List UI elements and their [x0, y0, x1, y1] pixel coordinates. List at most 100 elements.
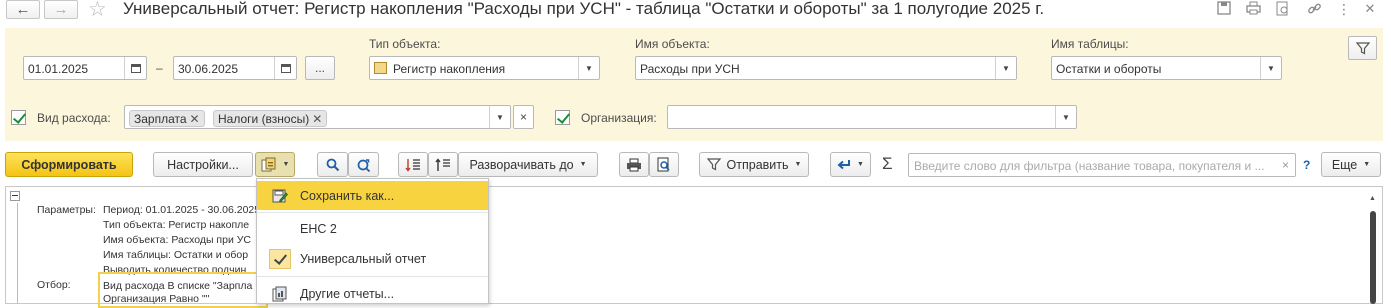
param-line: Тип объекта: Регистр накопле: [103, 219, 250, 231]
table-name-value: Остатки и обороты: [1056, 62, 1162, 76]
close-icon[interactable]: ✕: [1362, 1, 1378, 17]
register-icon: [374, 62, 387, 74]
chevron-down-icon[interactable]: ▼: [1260, 57, 1281, 79]
expand-to-button[interactable]: Разворачивать до ▼: [458, 152, 598, 177]
print-icon[interactable]: [1245, 1, 1261, 17]
forward-button[interactable]: →: [44, 0, 78, 19]
param-line: Имя таблицы: Остатки и обор: [103, 249, 249, 261]
filter-settings-button[interactable]: [1348, 36, 1377, 60]
search-input[interactable]: Введите слово для фильтра (название това…: [908, 153, 1296, 177]
chevron-down-icon[interactable]: ▼: [995, 57, 1016, 79]
collapse-rows-icon: [435, 157, 450, 171]
param-line: Имя объекта: Расходы при УС: [103, 234, 251, 246]
filter-line: Организация Равно "": [103, 293, 210, 305]
chevron-down-icon[interactable]: ▼: [1055, 106, 1076, 128]
clear-expense-kind-button[interactable]: ×: [513, 105, 534, 129]
search-placeholder: Введите слово для фильтра (название това…: [914, 159, 1265, 173]
expense-kind-label: Вид расхода:: [37, 111, 111, 125]
remove-tag-icon[interactable]: ✕: [190, 112, 200, 126]
scroll-thumb[interactable]: [1370, 211, 1376, 304]
menu-item-label: ЕНС 2: [300, 222, 337, 236]
preview-icon[interactable]: [1275, 1, 1291, 17]
object-name-select[interactable]: Расходы при УСН ▼: [635, 56, 1017, 80]
save-as-icon: [272, 189, 288, 203]
report-variants-menu: Сохранить как... ЕНС 2 Универсальный отч…: [256, 178, 489, 304]
expense-kind-checkbox[interactable]: [11, 110, 26, 125]
menu-separator: [257, 212, 488, 213]
chevron-down-icon: ▼: [282, 161, 290, 168]
menu-item-ens2[interactable]: ЕНС 2: [257, 214, 488, 243]
period-separator: –: [156, 61, 163, 75]
menu-item-label: Другие отчеты...: [300, 287, 395, 301]
menu-item-universal-report[interactable]: Универсальный отчет: [257, 244, 488, 273]
page-title: Универсальный отчет: Регистр накопления …: [123, 0, 1045, 18]
tag-taxes[interactable]: Налоги (взносы) ✕: [213, 110, 328, 127]
param-line: Период: 01.01.2025 - 30.06.2025: [103, 204, 261, 216]
more-icon[interactable]: ⋮: [1336, 1, 1352, 17]
expense-kind-field[interactable]: Зарплата ✕ Налоги (взносы) ✕ ▼: [124, 105, 511, 129]
organization-select[interactable]: ▼: [667, 105, 1077, 129]
print-preview-button[interactable]: [649, 152, 679, 177]
menu-item-label: Сохранить как...: [300, 189, 395, 203]
chevron-down-icon: ▼: [794, 161, 802, 168]
filter-label: Отбор:: [37, 279, 71, 291]
scroll-up-icon[interactable]: ▲: [1369, 195, 1376, 202]
settings-button[interactable]: Настройки...: [153, 152, 253, 177]
chevron-down-icon[interactable]: ▼: [489, 106, 510, 128]
back-button[interactable]: ←: [6, 0, 40, 19]
save-icon[interactable]: [1216, 1, 1232, 17]
find-next-button[interactable]: [348, 152, 379, 177]
link-icon[interactable]: [1306, 1, 1322, 17]
return-arrow-icon: [837, 159, 851, 169]
menu-item-label: Универсальный отчет: [300, 252, 427, 266]
preview-icon: [657, 157, 670, 172]
more-button[interactable]: Еще ▼: [1321, 152, 1381, 177]
object-type-label: Тип объекта:: [369, 37, 441, 51]
remove-tag-icon[interactable]: ✕: [312, 112, 322, 126]
arrow-right-icon: →: [53, 1, 69, 18]
collapse-group-icon[interactable]: [10, 191, 20, 201]
report-variants-button[interactable]: ▼: [255, 152, 295, 177]
organization-label: Организация:: [581, 111, 657, 125]
print-icon: [627, 158, 641, 171]
title-bar: ← → ☆ Универсальный отчет: Регистр накоп…: [0, 0, 1391, 24]
arrow-left-icon: ←: [15, 1, 31, 18]
generate-button[interactable]: Сформировать: [5, 152, 133, 177]
object-type-value: Регистр накопления: [393, 62, 506, 76]
expand-rows-icon: [405, 158, 420, 172]
object-name-label: Имя объекта:: [635, 37, 710, 51]
search-icon: [326, 158, 339, 171]
send-icon: [706, 158, 721, 171]
menu-separator: [257, 276, 488, 277]
collapse-all-button[interactable]: [428, 152, 458, 177]
calendar-icon[interactable]: [274, 57, 296, 79]
period-to-field[interactable]: 30.06.2025: [173, 56, 297, 80]
object-name-value: Расходы при УСН: [640, 62, 740, 76]
period-from-field[interactable]: 01.01.2025: [23, 56, 147, 80]
tag-salary[interactable]: Зарплата ✕: [129, 110, 205, 127]
favorite-star-icon[interactable]: ☆: [88, 0, 107, 22]
period-from-value: 01.01.2025: [28, 62, 89, 76]
table-name-select[interactable]: Остатки и обороты ▼: [1051, 56, 1282, 80]
find-button[interactable]: [317, 152, 348, 177]
sum-icon[interactable]: Σ: [882, 154, 893, 174]
navigate-button[interactable]: ▼: [830, 152, 871, 177]
menu-item-save-as[interactable]: Сохранить как...: [257, 181, 488, 210]
clear-icon[interactable]: ×: [1282, 158, 1289, 172]
chevron-down-icon: ▼: [579, 161, 587, 168]
expand-to-label: Разворачивать до: [469, 157, 574, 172]
expand-all-button[interactable]: [398, 152, 428, 177]
chevron-down-icon: ▼: [1363, 161, 1371, 168]
filter-line: Вид расхода В списке "Зарпла: [103, 280, 253, 292]
object-type-select[interactable]: Регистр накопления ▼: [369, 56, 600, 80]
checkmark-icon: [269, 249, 291, 269]
chevron-down-icon[interactable]: ▼: [578, 57, 599, 79]
calendar-icon[interactable]: [124, 57, 146, 79]
vertical-scrollbar[interactable]: ▲: [1369, 195, 1377, 304]
print-button[interactable]: [619, 152, 649, 177]
send-button[interactable]: Отправить ▼: [699, 152, 809, 177]
organization-checkbox[interactable]: [555, 110, 570, 125]
help-icon[interactable]: ?: [1303, 158, 1310, 172]
send-label: Отправить: [726, 157, 789, 172]
period-select-button[interactable]: ...: [305, 56, 335, 80]
